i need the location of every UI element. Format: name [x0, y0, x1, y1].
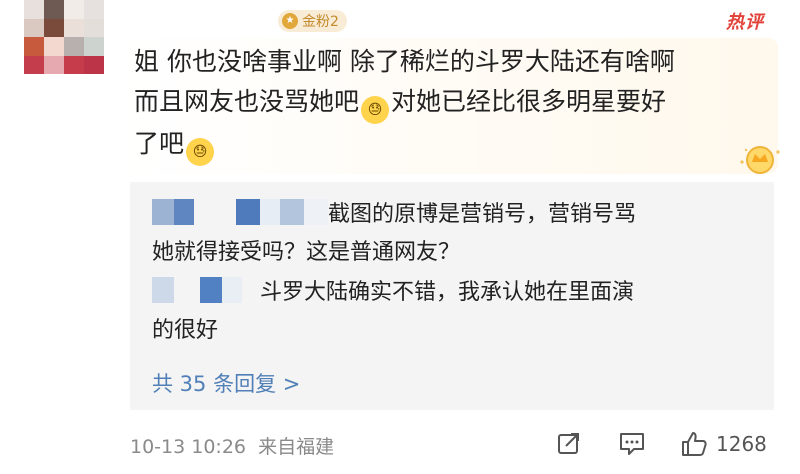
tear-emoji: 😓	[186, 138, 215, 166]
fan-badge: ★ 金粉2	[278, 10, 347, 32]
like-button[interactable]: 1268	[680, 430, 767, 458]
comment-line: 而且网友也没骂她吧 😓 对她已经比很多明星要好	[134, 82, 754, 124]
hot-comment-tag: 热评	[726, 12, 764, 33]
more-replies-link[interactable]: 共 35 条回复 >	[152, 368, 300, 398]
comment-icon	[620, 433, 644, 455]
comment-button[interactable]	[618, 430, 646, 456]
reply-item[interactable]: 斗罗大陆确实不错，我承认她在里面演 的很好	[152, 274, 752, 350]
comment-meta: 10-13 10:26 来自福建	[130, 436, 335, 458]
avatar[interactable]	[24, 0, 104, 74]
reply-section: 截图的原博是营销号，营销号骂 她就得接受吗？这是普通网友？ 斗罗大陆确实不错，我…	[130, 182, 774, 410]
share-button[interactable]	[556, 430, 582, 456]
like-icon	[682, 432, 707, 456]
comment-line: 姐 你也没啥事业啊 除了稀烂的斗罗大陆还有啥啊	[134, 47, 675, 76]
comment-line: 了吧 😓	[134, 124, 754, 166]
crown-icon	[738, 142, 782, 176]
masked-username	[152, 199, 328, 225]
share-icon	[558, 433, 579, 454]
like-count: 1268	[716, 432, 767, 456]
medal-icon: ★	[282, 13, 298, 29]
comment-footer: 10-13 10:26 来自福建 1268	[130, 430, 780, 460]
masked-username	[152, 277, 260, 303]
reply-item[interactable]: 截图的原博是营销号，营销号骂 她就得接受吗？这是普通网友？	[152, 196, 752, 272]
comment-text: 姐 你也没啥事业啊 除了稀烂的斗罗大陆还有啥啊 而且网友也没骂她吧 😓 对她已经比很…	[134, 42, 754, 166]
tear-emoji: 😓	[361, 96, 390, 124]
